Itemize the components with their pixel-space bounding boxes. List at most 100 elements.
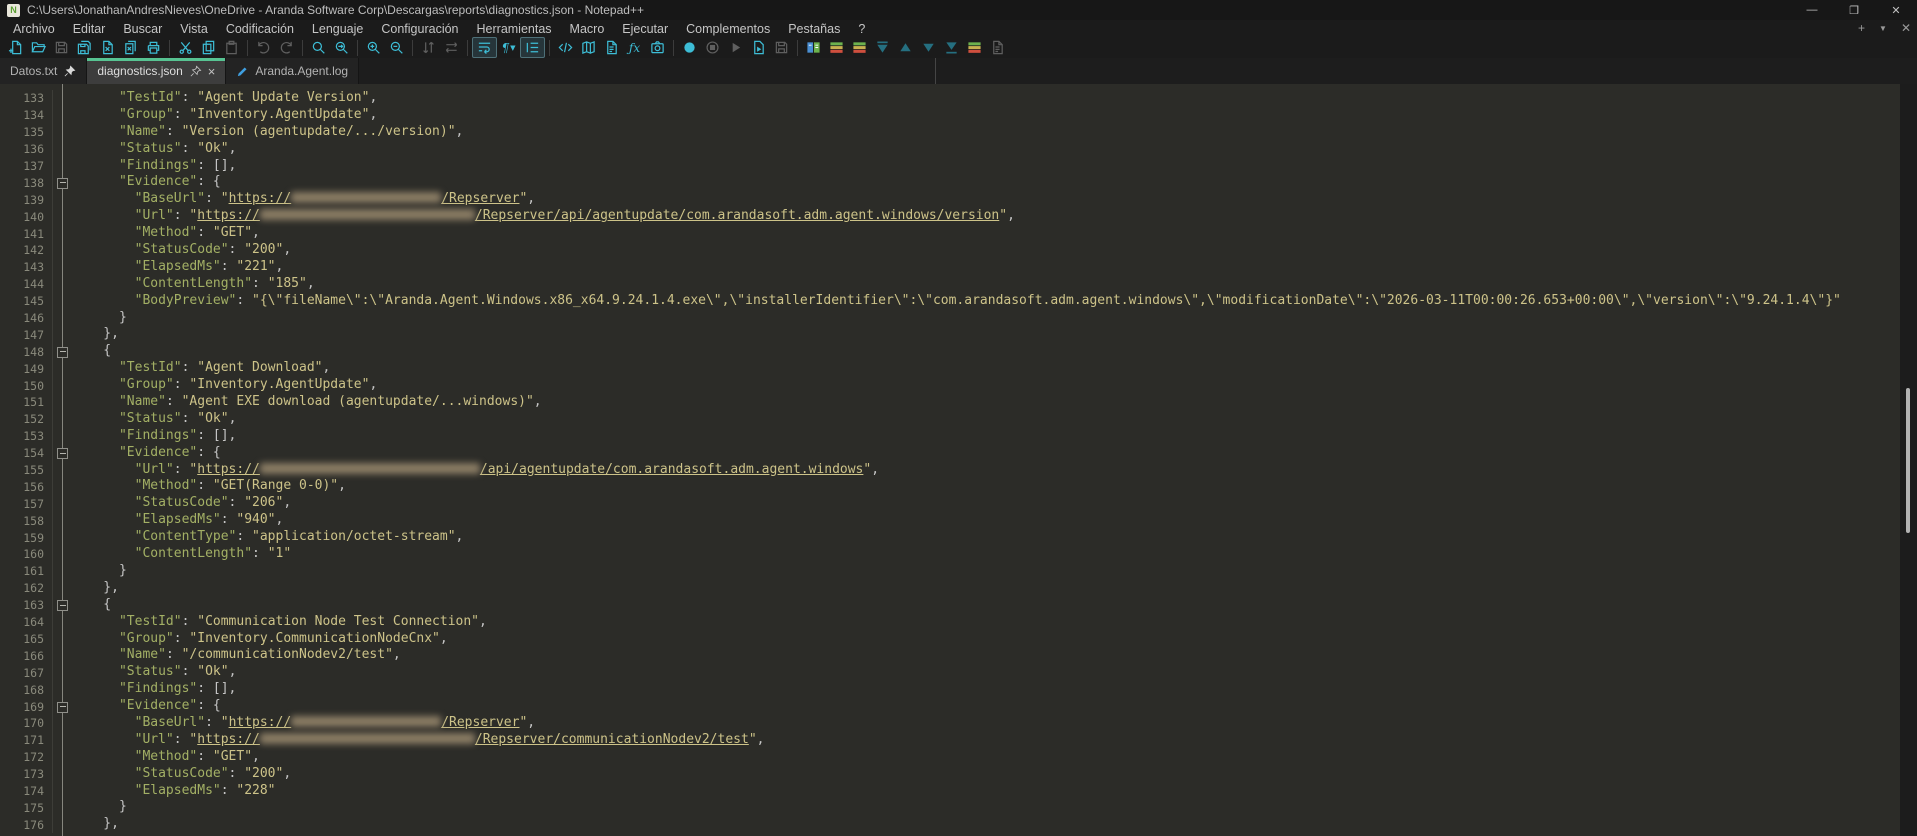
compare-next-diff-icon[interactable] — [917, 38, 940, 57]
url-link[interactable]: /api/agentupdate/com.arandasoft.adm.agen… — [480, 462, 864, 477]
url-link[interactable]: https:// — [197, 732, 260, 747]
line-number: 162 — [0, 581, 52, 595]
compare-icon[interactable] — [802, 38, 825, 57]
code-line-136: 136 "Status": "Ok", — [0, 141, 1900, 158]
line-number: 164 — [0, 615, 52, 629]
paste-icon[interactable] — [220, 38, 243, 57]
close-all-icon[interactable] — [119, 38, 142, 57]
menu-codificacin[interactable]: Codificación — [217, 22, 303, 36]
code-text: "ElapsedMs": "940", — [72, 512, 283, 529]
menu-macro[interactable]: Macro — [561, 22, 614, 36]
fold-collapse-box[interactable] — [57, 702, 68, 713]
open-folder-icon[interactable] — [27, 38, 50, 57]
compare-first-diff-icon[interactable] — [871, 38, 894, 57]
fold-margin[interactable] — [52, 343, 72, 360]
save-all-icon[interactable] — [73, 38, 96, 57]
url-link[interactable]: https:// — [229, 191, 292, 206]
menu-buscar[interactable]: Buscar — [114, 22, 171, 36]
compare-lines-added-icon[interactable] — [825, 38, 848, 57]
pin-outline-icon[interactable] — [189, 65, 202, 78]
define-language-icon[interactable] — [554, 38, 577, 57]
line-number: 156 — [0, 480, 52, 494]
line-number: 174 — [0, 784, 52, 798]
toolbar-separator — [467, 40, 468, 56]
cut-icon[interactable] — [174, 38, 197, 57]
compare-options-icon[interactable] — [986, 38, 1009, 57]
monitoring-icon[interactable] — [646, 38, 669, 57]
fold-margin[interactable] — [52, 597, 72, 614]
fold-collapse-box[interactable] — [57, 347, 68, 358]
compare-last-diff-icon[interactable] — [940, 38, 963, 57]
menu-configuracin[interactable]: Configuración — [372, 22, 467, 36]
fold-margin[interactable] — [52, 445, 72, 462]
fold-margin[interactable] — [52, 698, 72, 715]
scrollbar-thumb[interactable] — [1906, 388, 1910, 533]
tab-list-chevron-down-icon[interactable]: ▼ — [1879, 20, 1887, 37]
close-tab-x-icon[interactable]: ✕ — [1901, 20, 1911, 37]
fold-margin[interactable] — [52, 174, 72, 191]
macro-run-multiple-icon[interactable] — [747, 38, 770, 57]
zoom-in-icon[interactable] — [362, 38, 385, 57]
url-link[interactable]: /Repserver — [441, 191, 519, 206]
editor-pane[interactable]: 133 "TestId": "Agent Update Version",134… — [0, 84, 1900, 836]
url-link[interactable]: https:// — [197, 462, 260, 477]
menu-archivo[interactable]: Archivo — [4, 22, 64, 36]
macro-record-icon[interactable] — [678, 38, 701, 57]
document-list-icon[interactable] — [600, 38, 623, 57]
sync-horizontal-scroll-icon[interactable] — [440, 38, 463, 57]
menu-complementos[interactable]: Complementos — [677, 22, 779, 36]
word-wrap-icon[interactable] — [472, 37, 497, 58]
indent-guide-icon[interactable] — [520, 37, 545, 58]
code-line-145: 145 "BodyPreview": "{\"fileName\":\"Aran… — [0, 293, 1900, 310]
tab-close-icon[interactable]: × — [208, 65, 216, 78]
tab-aranda.agent.log[interactable]: Aranda.Agent.log — [226, 58, 359, 84]
compare-prev-diff-icon[interactable] — [894, 38, 917, 57]
url-link[interactable]: /Repserver/api/agentupdate/com.arandasof… — [475, 208, 999, 223]
tab-diagnostics.json[interactable]: diagnostics.json× — [87, 58, 226, 84]
pinned-pin-icon[interactable] — [63, 65, 76, 78]
line-number: 145 — [0, 294, 52, 308]
menu-pestaas[interactable]: Pestañas — [779, 22, 849, 36]
compare-summary-icon[interactable] — [963, 38, 986, 57]
vertical-scrollbar[interactable] — [1900, 84, 1917, 836]
undo-icon[interactable] — [252, 38, 275, 57]
minimize-button[interactable]: — — [1791, 0, 1833, 20]
copy-icon[interactable] — [197, 38, 220, 57]
function-list-icon[interactable]: ƒx — [623, 38, 646, 57]
close-button[interactable]: ✕ — [1875, 0, 1917, 20]
menu-ejecutar[interactable]: Ejecutar — [613, 22, 677, 36]
print-icon[interactable] — [142, 38, 165, 57]
fold-collapse-box[interactable] — [57, 448, 68, 459]
macro-play-icon[interactable] — [724, 38, 747, 57]
tab-datos.txt[interactable]: Datos.txt — [0, 58, 87, 84]
code-text: "Findings": [], — [72, 681, 236, 698]
save-icon[interactable] — [50, 38, 73, 57]
close-file-icon[interactable] — [96, 38, 119, 57]
fold-collapse-box[interactable] — [57, 178, 68, 189]
redo-icon[interactable] — [275, 38, 298, 57]
code-line-134: 134 "Group": "Inventory.AgentUpdate", — [0, 107, 1900, 124]
menu-?[interactable]: ? — [849, 22, 874, 36]
new-tab-plus-icon[interactable]: + — [1858, 20, 1865, 37]
maximize-button[interactable]: ❐ — [1833, 0, 1875, 20]
sync-vertical-scroll-icon[interactable] — [417, 38, 440, 57]
document-map-icon[interactable] — [577, 38, 600, 57]
menu-herramientas[interactable]: Herramientas — [468, 22, 561, 36]
find-icon[interactable] — [307, 38, 330, 57]
zoom-out-icon[interactable] — [385, 38, 408, 57]
url-link[interactable]: https:// — [229, 715, 292, 730]
new-file-icon[interactable] — [4, 38, 27, 57]
url-link[interactable]: https:// — [197, 208, 260, 223]
url-link[interactable]: /Repserver/communicationNodev2/test — [475, 732, 749, 747]
menu-vista[interactable]: Vista — [171, 22, 217, 36]
replace-icon[interactable] — [330, 38, 353, 57]
line-number: 157 — [0, 497, 52, 511]
compare-lines-removed-icon[interactable] — [848, 38, 871, 57]
fold-collapse-box[interactable] — [57, 600, 68, 611]
menu-editar[interactable]: Editar — [64, 22, 115, 36]
url-link[interactable]: /Repserver — [441, 715, 519, 730]
show-all-characters-icon[interactable]: ¶▼ — [497, 38, 520, 57]
macro-stop-icon[interactable] — [701, 38, 724, 57]
menu-lenguaje[interactable]: Lenguaje — [303, 22, 372, 36]
macro-save-icon[interactable] — [770, 38, 793, 57]
